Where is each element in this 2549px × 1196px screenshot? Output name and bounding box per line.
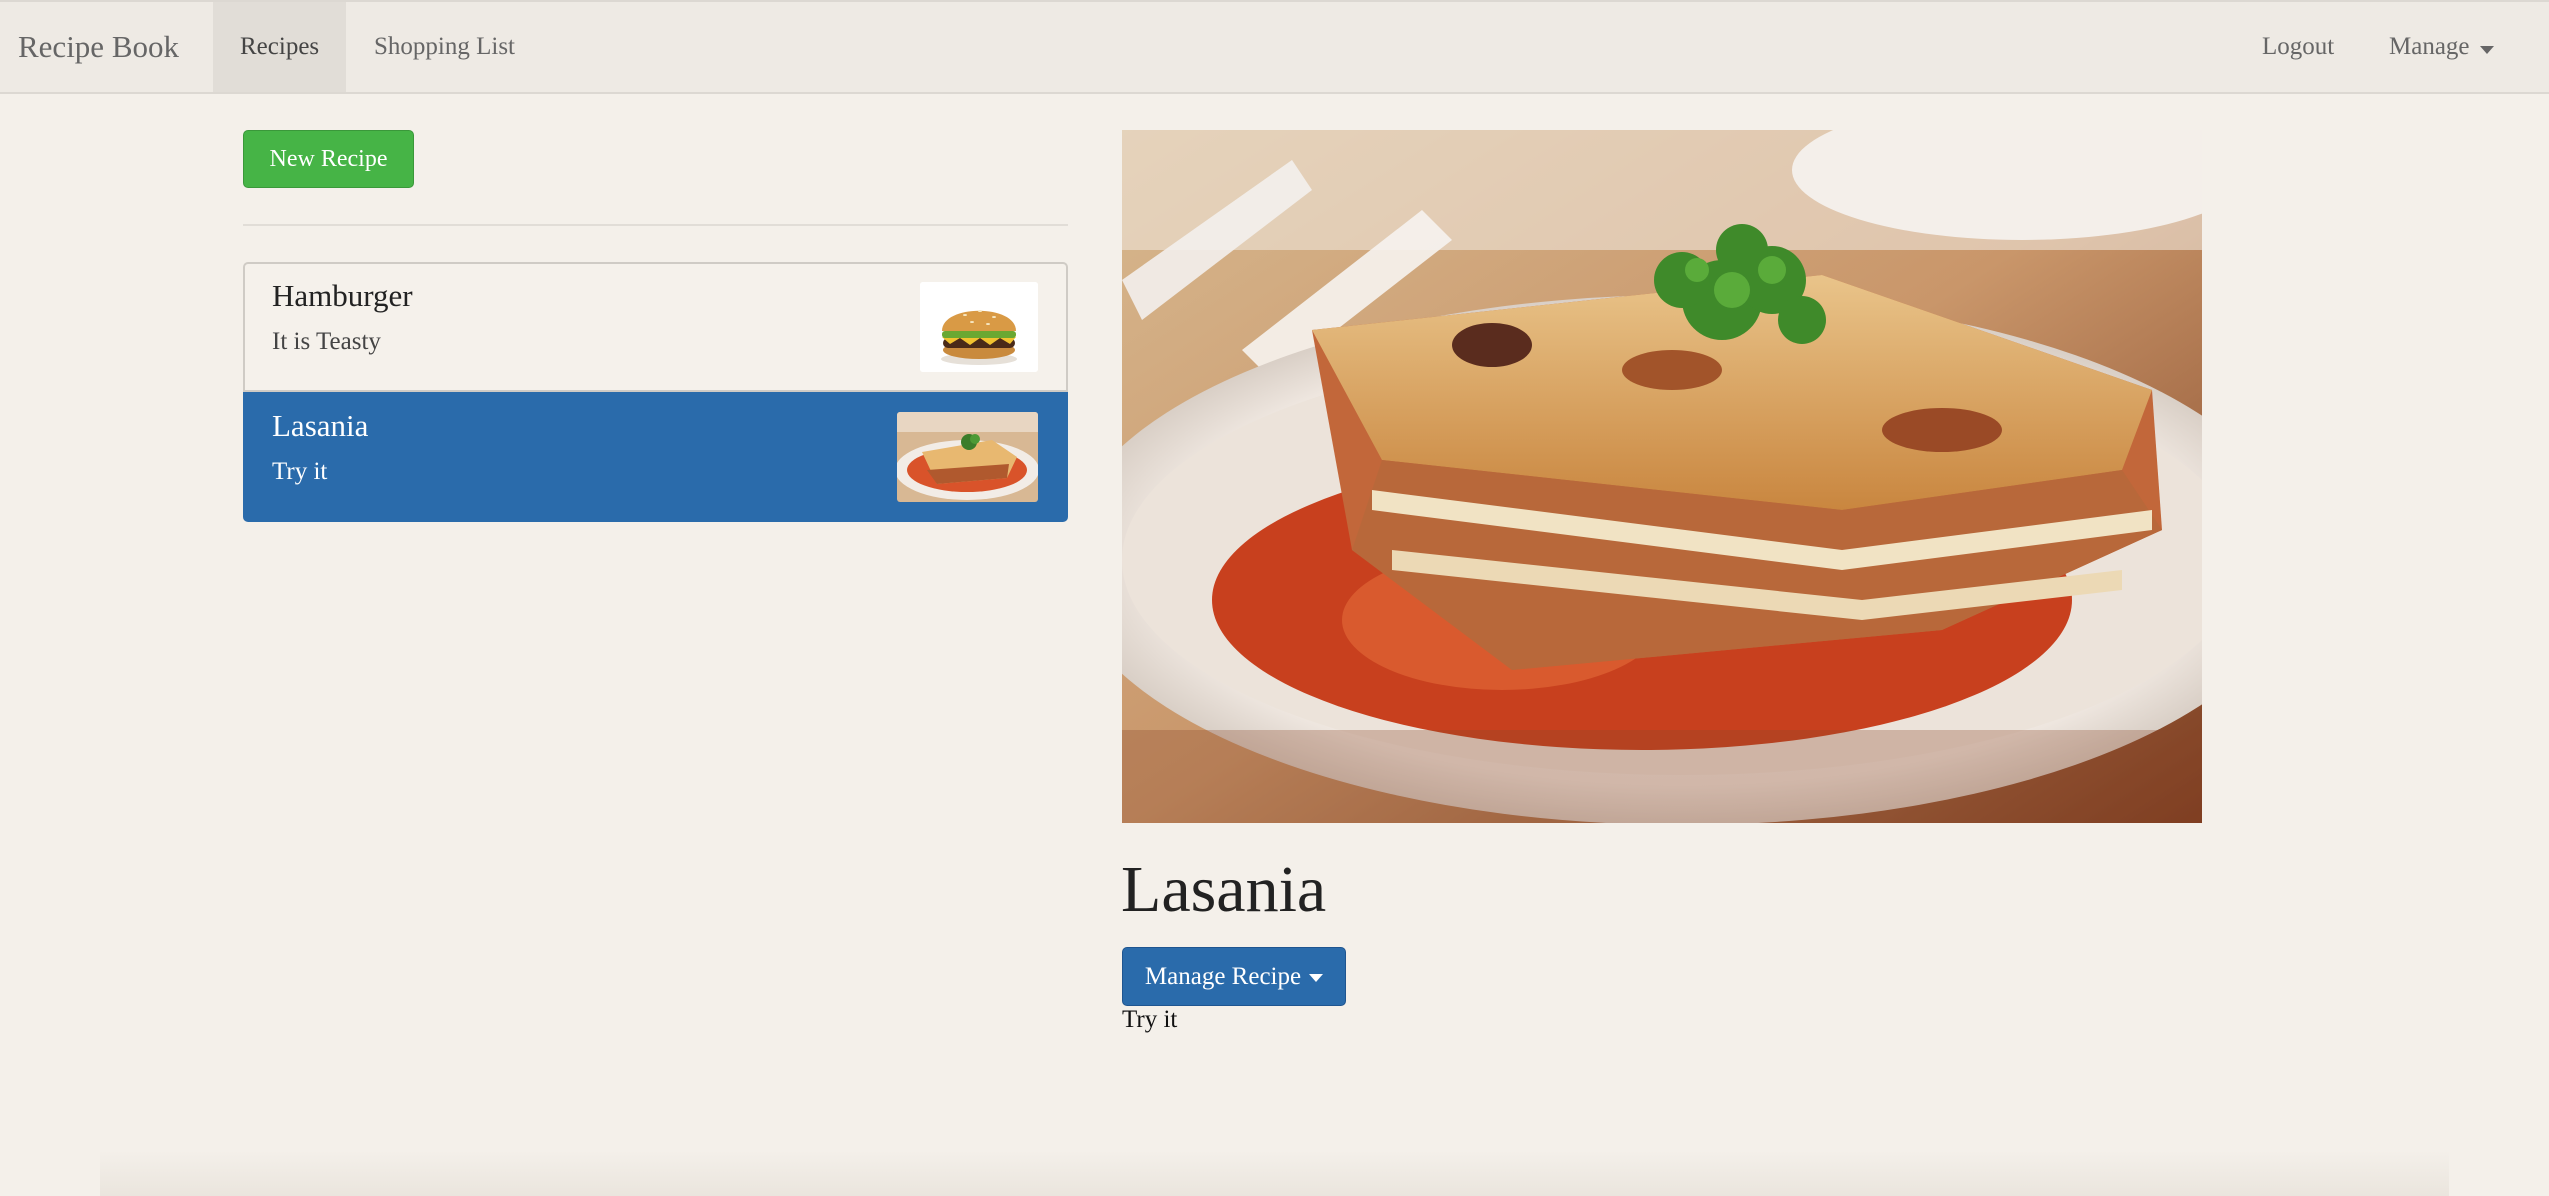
chevron-down-icon: [2479, 46, 2494, 55]
manage-recipe-label: Manage Recipe: [1144, 963, 1302, 990]
recipe-description: Try it: [1122, 1006, 1178, 1033]
recipe-title: Lasania: [1121, 853, 1327, 926]
recipe-item-description: It is Teasty: [272, 328, 381, 355]
chevron-down-icon: [1309, 974, 1324, 983]
top-navbar: Recipe Book Recipes Shopping List Logout…: [0, 0, 2549, 94]
manage-recipe-button[interactable]: Manage Recipe: [1122, 947, 1346, 1006]
recipe-image: [1122, 130, 2202, 823]
hamburger-thumbnail: [920, 282, 1038, 372]
recipe-list-item[interactable]: Hamburger It is Teasty: [243, 262, 1068, 392]
nav-logout[interactable]: Logout: [2235, 2, 2361, 92]
nav-manage-dropdown[interactable]: Manage: [2362, 2, 2521, 92]
nav-recipes[interactable]: Recipes: [213, 2, 347, 92]
recipe-item-description: Try it: [272, 458, 328, 485]
nav-manage-label: Manage: [2389, 33, 2470, 60]
recipe-list-item-active[interactable]: Lasania Try it: [243, 392, 1068, 522]
recipe-item-name: Hamburger: [272, 278, 413, 313]
brand-link[interactable]: Recipe Book: [18, 2, 179, 92]
nav-shopping-list[interactable]: Shopping List: [347, 2, 542, 92]
lasagna-thumbnail: [897, 412, 1038, 502]
footer-shadow: [100, 1150, 2449, 1196]
recipe-item-name: Lasania: [272, 408, 369, 443]
new-recipe-button[interactable]: New Recipe: [243, 130, 414, 188]
divider: [243, 224, 1068, 226]
